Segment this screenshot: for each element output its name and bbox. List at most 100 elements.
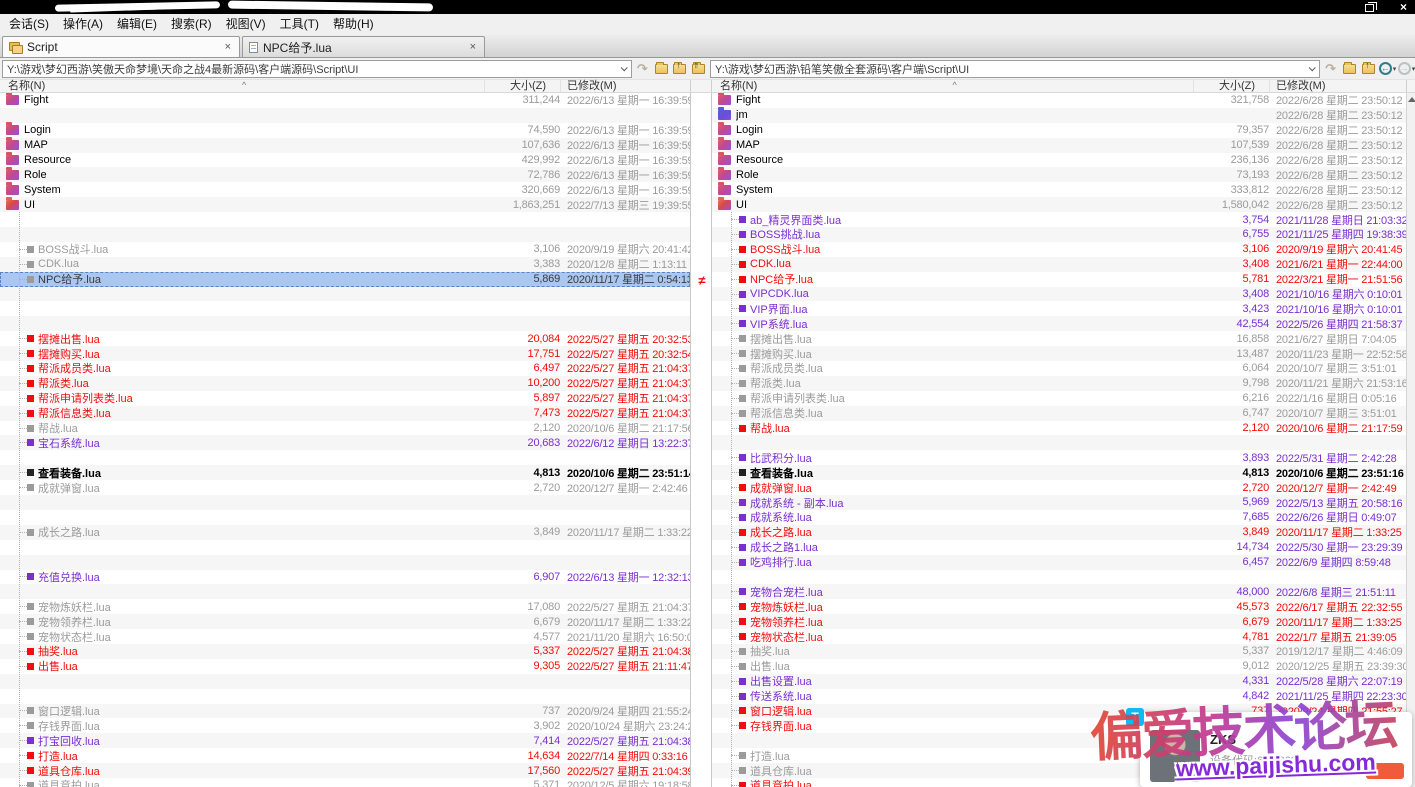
left-path-input[interactable]: Y:\游戏\梦幻西游\笑傲天命梦境\天命之战4最新源码\客户端源码\Script… [2,59,632,78]
folder-row[interactable]: System 320,669 2022/6/13 星期一 16:39:59 [0,181,690,198]
file-row[interactable]: 成长之路.lua 3,849 2020/11/17 星期二 1:33:25 [712,524,1406,540]
folder-row[interactable]: UI 1,580,042 2022/6/28 星期二 23:50:12 [712,196,1406,213]
parent-folder-icon[interactable]: ↑ [671,60,688,77]
file-row[interactable]: 宠物状态栏.lua 4,781 2022/1/7 星期五 21:39:05 [712,629,1406,644]
file-row[interactable]: 宠物领养栏.lua 6,679 2020/11/17 星期二 1:33:22 [0,614,690,630]
menu-tools[interactable]: 工具(T) [273,14,326,35]
file-row[interactable]: BOSS挑战.lua 6,755 2021/11/25 星期四 19:38:39 [712,227,1406,242]
file-row[interactable]: 出售设置.lua 4,331 2022/5/28 星期六 22:07:19 [712,673,1406,689]
file-row[interactable]: 打宝回收.lua 7,414 2022/5/27 星期五 21:04:38 [0,733,690,749]
file-row[interactable]: 存钱界面.lua [712,718,1406,734]
menu-session[interactable]: 会话(S) [2,14,56,35]
left-file-list[interactable]: Fight 311,244 2022/6/13 星期一 16:39:59 Login 7… [0,93,690,787]
file-row[interactable]: 道具仓库.lua 17,560 2022/5/27 星期五 21:04:39 [0,763,690,778]
file-row[interactable]: 摆摊出售.lua 16,858 2021/6/27 星期日 7:04:05 [712,331,1406,347]
folder-row[interactable]: Fight 311,244 2022/6/13 星期一 16:39:59 [0,93,690,108]
file-row[interactable]: 帮派申请列表类.lua 6,216 2022/1/16 星期日 0:05:16 [712,390,1406,406]
sibling-folder-icon[interactable]: ↑↑ [690,60,707,77]
close-window-icon[interactable]: × [1400,1,1407,13]
right-header-modified[interactable]: 已修改(M) [1269,80,1406,92]
file-row[interactable]: 成长之路1.lua 14,734 2022/5/30 星期一 23:29:39 [712,539,1406,555]
file-row[interactable]: BOSS战斗.lua 3,106 2020/9/19 星期六 20:41:42 [0,241,690,257]
file-row[interactable]: NPC给予.lua 5,869 2020/11/17 星期二 0:54:13 [0,271,690,287]
file-row[interactable]: 帮派申请列表类.lua 5,897 2022/5/27 星期五 21:04:37 [0,390,690,406]
parent-folder-icon[interactable]: ↑ [1360,60,1377,77]
right-header-name[interactable]: 名称(N) ^ [712,80,1193,92]
file-row[interactable]: 宠物炼妖栏.lua 45,573 2022/6/17 星期五 22:32:55 [712,599,1406,615]
file-row[interactable]: 出售.lua 9,305 2022/5/27 星期五 21:11:47 [0,658,690,674]
file-row[interactable]: 成就弹窗.lua 2,720 2020/12/7 星期一 2:42:46 [0,480,690,496]
restore-window-icon[interactable] [1364,2,1377,12]
tab-script[interactable]: Script × [2,36,240,57]
left-header-name[interactable]: 名称(N) ^ [0,80,484,92]
file-row[interactable]: 宝石系统.lua 20,683 2022/6/12 星期日 13:22:37 [0,435,690,451]
file-row[interactable]: 成就系统 - 副本.lua 5,969 2022/5/13 星期五 20:58:16 [712,495,1406,510]
file-row[interactable]: 吃鸡排行.lua 6,457 2022/6/9 星期四 8:59:48 [712,554,1406,570]
menu-search[interactable]: 搜索(R) [164,14,219,35]
browse-folder-icon[interactable] [1341,60,1358,77]
folder-row[interactable]: Role 73,193 2022/6/28 星期二 23:50:12 [712,166,1406,183]
file-row[interactable]: 宠物领养栏.lua 6,679 2020/11/17 星期二 1:33:25 [712,614,1406,630]
file-row[interactable]: 道具仓库.lua [712,763,1406,778]
file-row[interactable]: 窗口逻辑.lua 737 2020/9/24 星期四 21:55:27 [712,703,1406,719]
folder-row[interactable]: UI 1,863,251 2022/7/13 星期三 19:39:55 [0,196,690,213]
swap-sides-icon[interactable]: ↷ [634,60,651,77]
left-header-modified[interactable]: 已修改(M) [560,80,690,92]
file-row[interactable]: 成就弹窗.lua 2,720 2020/12/7 星期一 2:42:49 [712,480,1406,496]
nav-back-icon[interactable]: ← ▾ [1378,60,1396,77]
file-row[interactable]: 道具竞拍.lua [712,777,1406,787]
file-row[interactable]: 充值兑换.lua 6,907 2022/6/13 星期一 12:32:13 [0,569,690,585]
file-row[interactable]: NPC给予.lua 5,781 2022/3/21 星期一 21:51:56 [712,271,1406,287]
file-row[interactable]: 查看装备.lua 4,813 2020/10/6 星期二 23:51:14 [0,465,690,481]
tab-npc-give-lua[interactable]: NPC给予.lua × [242,36,485,57]
file-row[interactable]: VIP系统.lua 42,554 2022/5/26 星期四 21:58:37 [712,316,1406,332]
folder-row[interactable]: Resource 429,992 2022/6/13 星期一 16:39:59 [0,152,690,168]
folder-row[interactable]: Login 79,357 2022/6/28 星期二 23:50:12 [712,122,1406,138]
close-tab-icon[interactable]: × [468,41,478,53]
file-row[interactable]: 成长之路.lua 3,849 2020/11/17 星期二 1:33:22 [0,524,690,540]
folder-row[interactable]: MAP 107,636 2022/6/13 星期一 16:39:59 [0,137,690,153]
file-row[interactable]: 摆摊购买.lua 13,487 2020/11/23 星期一 22:52:58 [712,346,1406,362]
file-row[interactable]: 打造.lua [712,748,1406,764]
file-row[interactable]: 抽奖.lua 5,337 2022/5/27 星期五 21:04:38 [0,643,690,659]
file-row[interactable]: 帮派成员类.lua 6,064 2020/10/7 星期三 3:51:01 [712,361,1406,376]
file-row[interactable]: 宠物炼妖栏.lua 17,080 2022/5/27 星期五 21:04:37 [0,599,690,615]
file-row[interactable]: 帮派成员类.lua 6,497 2022/5/27 星期五 21:04:37 [0,361,690,376]
folder-row[interactable]: Resource 236,136 2022/6/28 星期二 23:50:12 [712,152,1406,168]
file-row[interactable]: 帮派类.lua 10,200 2022/5/27 星期五 21:04:37 [0,375,690,391]
file-row[interactable]: 出售.lua 9,012 2020/12/25 星期五 23:39:30 [712,658,1406,674]
right-header-size[interactable]: 大小(Z) [1193,80,1269,92]
swap-sides-icon[interactable]: ↷ [1322,60,1339,77]
file-row[interactable]: VIP界面.lua 3,423 2021/10/16 星期六 0:10:01 [712,301,1406,317]
file-row[interactable]: 帮战.lua 2,120 2020/10/6 星期二 21:17:59 [712,420,1406,436]
folder-row[interactable]: jm 2022/6/28 星期二 23:50:12 [712,107,1406,123]
file-row[interactable]: 帮派类.lua 9,798 2020/11/21 星期六 21:53:16 [712,375,1406,391]
menu-edit[interactable]: 编辑(E) [110,14,164,35]
folder-row[interactable]: Login 74,590 2022/6/13 星期一 16:39:59 [0,122,690,138]
file-row[interactable]: ab_精灵界面类.lua 3,754 2021/11/28 星期日 21:03:32 [712,212,1406,228]
file-row[interactable]: 道具竞拍.lua 5,371 2020/12/5 星期六 19:18:58 [0,777,690,787]
file-row[interactable]: 抽奖.lua 5,337 2019/12/17 星期二 4:46:09 [712,643,1406,659]
file-row[interactable]: 宠物状态栏.lua 4,577 2021/11/20 星期六 16:50:09 [0,629,690,644]
file-row[interactable]: 摆摊购买.lua 17,751 2022/5/27 星期五 20:32:54 [0,346,690,362]
file-row[interactable]: 传送系统.lua 4,842 2021/11/25 星期四 22:23:30 [712,688,1406,704]
chevron-down-icon[interactable] [1304,61,1319,77]
file-row[interactable]: BOSS战斗.lua 3,106 2020/9/19 星期六 20:41:45 [712,241,1406,257]
menu-help[interactable]: 帮助(H) [326,14,381,35]
folder-row[interactable]: Fight 321,758 2022/6/28 星期二 23:50:12 [712,93,1406,108]
file-row[interactable]: 帮派信息类.lua 6,747 2020/10/7 星期三 3:51:01 [712,405,1406,421]
file-row[interactable]: 帮派信息类.lua 7,473 2022/5/27 星期五 21:04:37 [0,405,690,421]
file-row[interactable]: 成就系统.lua 7,685 2022/6/26 星期日 0:49:07 [712,509,1406,525]
file-row[interactable]: 摆摊出售.lua 20,084 2022/5/27 星期五 20:32:53 [0,331,690,347]
file-row[interactable]: 比武积分.lua 3,893 2022/5/31 星期二 2:42:28 [712,450,1406,466]
right-path-input[interactable]: Y:\游戏\梦幻西游\铅笔笑傲全套源码\客户端\Script\UI [710,59,1321,78]
folder-row[interactable]: MAP 107,539 2022/6/28 星期二 23:50:12 [712,137,1406,153]
folder-row[interactable]: System 333,812 2022/6/28 星期二 23:50:12 [712,181,1406,198]
file-row[interactable]: 窗口逻辑.lua 737 2020/9/24 星期四 21:55:24 [0,703,690,719]
menu-view[interactable]: 视图(V) [219,14,273,35]
file-row[interactable]: CDK.lua 3,408 2021/6/21 星期一 22:44:00 [712,256,1406,272]
vertical-scrollbar[interactable] [1406,93,1415,787]
chevron-down-icon[interactable] [616,61,631,77]
scroll-up-icon[interactable] [1408,97,1415,102]
file-row[interactable]: 帮战.lua 2,120 2020/10/6 星期二 21:17:56 [0,420,690,436]
